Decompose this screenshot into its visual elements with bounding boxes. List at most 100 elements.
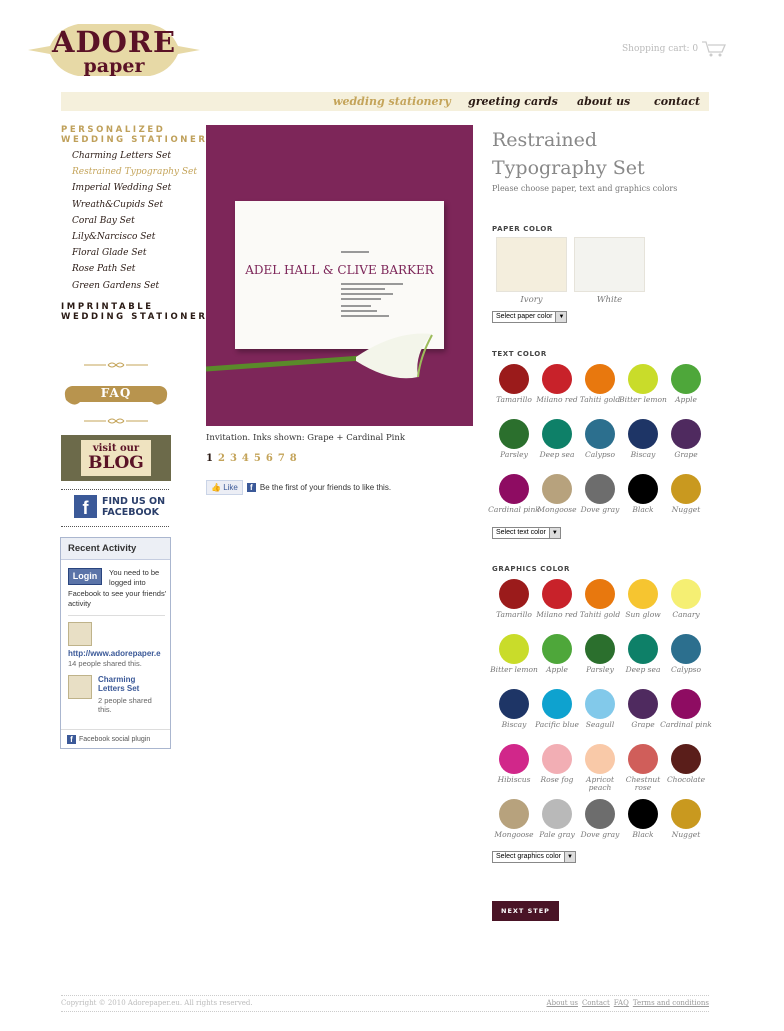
sidebar-heading-imprintable[interactable]: IMPRINTABLE WEDDING STATIONERY bbox=[61, 302, 216, 322]
page-link[interactable]: 6 bbox=[266, 453, 273, 464]
color-swatch[interactable] bbox=[499, 579, 529, 609]
footer-link-contact[interactable]: Contact bbox=[582, 999, 610, 1007]
sidebar-item-wreath-cupids[interactable]: Wreath&Cupids Set bbox=[72, 199, 197, 215]
sidebar-item-floral-glade[interactable]: Floral Glade Set bbox=[72, 247, 197, 263]
color-swatch[interactable] bbox=[628, 689, 658, 719]
graphics-color-select[interactable]: Select graphics color ▼ bbox=[492, 851, 576, 863]
faq-label: FAQ bbox=[100, 386, 132, 400]
sidebar-item-restrained-typography[interactable]: Restrained Typography Set bbox=[72, 166, 197, 182]
sidebar-heading-personalized[interactable]: PERSONALIZED WEDDING STATIONERY bbox=[61, 125, 216, 145]
activity-link[interactable]: Charming Letters Set bbox=[98, 675, 139, 693]
color-swatch-label: Chocolate bbox=[666, 775, 706, 784]
text-color-select[interactable]: Select text color ▼ bbox=[492, 527, 561, 539]
paper-swatch-white[interactable] bbox=[574, 237, 645, 292]
color-swatch[interactable] bbox=[585, 579, 615, 609]
shopping-cart[interactable]: Shopping cart: 0 bbox=[622, 40, 727, 58]
color-swatch[interactable] bbox=[585, 634, 615, 664]
nav-greeting-cards[interactable]: greeting cards bbox=[468, 95, 558, 108]
facebook-login-button[interactable]: Login bbox=[68, 568, 102, 585]
social-plugin-label: Facebook social plugin bbox=[79, 736, 151, 743]
color-swatch[interactable] bbox=[499, 634, 529, 664]
paper-swatch-ivory[interactable] bbox=[496, 237, 567, 292]
color-swatch[interactable] bbox=[628, 364, 658, 394]
activity-thumbnail[interactable] bbox=[68, 675, 92, 699]
color-swatch[interactable] bbox=[671, 799, 701, 829]
color-swatch[interactable] bbox=[671, 579, 701, 609]
color-swatch[interactable] bbox=[499, 689, 529, 719]
nav-about-us[interactable]: about us bbox=[577, 95, 630, 108]
color-swatch[interactable] bbox=[628, 474, 658, 504]
dropdown-arrow-icon: ▼ bbox=[555, 312, 567, 322]
visit-blog-badge[interactable]: visit our BLOG bbox=[61, 435, 171, 481]
color-swatch[interactable] bbox=[585, 474, 615, 504]
color-swatch[interactable] bbox=[542, 689, 572, 719]
footer-link-terms[interactable]: Terms and conditions bbox=[633, 999, 709, 1007]
page-link[interactable]: 5 bbox=[254, 453, 261, 464]
color-swatch[interactable] bbox=[671, 689, 701, 719]
color-swatch[interactable] bbox=[542, 799, 572, 829]
color-swatch[interactable] bbox=[628, 799, 658, 829]
sidebar-item-imperial-wedding[interactable]: Imperial Wedding Set bbox=[72, 182, 197, 198]
divider bbox=[61, 526, 169, 527]
color-swatch[interactable] bbox=[542, 634, 572, 664]
color-swatch[interactable] bbox=[671, 474, 701, 504]
find-us-on-facebook[interactable]: f FIND US ON FACEBOOK bbox=[74, 495, 165, 518]
color-swatch[interactable] bbox=[585, 364, 615, 394]
logo-word-adore: ADORE bbox=[51, 25, 177, 59]
page-link[interactable]: 7 bbox=[278, 453, 285, 464]
social-plugin-footer[interactable]: f Facebook social plugin bbox=[61, 729, 170, 744]
image-pager: 1 2 3 4 5 6 7 8 bbox=[206, 453, 297, 464]
color-swatch[interactable] bbox=[628, 579, 658, 609]
next-step-button[interactable]: NEXT STEP bbox=[492, 901, 559, 921]
color-swatch[interactable] bbox=[542, 419, 572, 449]
color-swatch[interactable] bbox=[542, 474, 572, 504]
color-swatch[interactable] bbox=[671, 744, 701, 774]
sidebar-item-coral-bay[interactable]: Coral Bay Set bbox=[72, 215, 197, 231]
page-link[interactable]: 8 bbox=[290, 453, 297, 464]
page-link[interactable]: 4 bbox=[242, 453, 249, 464]
product-image[interactable]: ADEL HALL & CLIVE BARKER bbox=[206, 125, 473, 426]
color-swatch[interactable] bbox=[628, 419, 658, 449]
nav-contact[interactable]: contact bbox=[654, 95, 700, 108]
graphics-color-label: GRAPHICS COLOR bbox=[492, 565, 570, 573]
color-swatch[interactable] bbox=[671, 419, 701, 449]
blog-line2: BLOG bbox=[88, 453, 144, 473]
color-swatch[interactable] bbox=[628, 634, 658, 664]
site-logo[interactable]: ADORE paper bbox=[28, 22, 200, 78]
color-swatch[interactable] bbox=[585, 689, 615, 719]
activity-meta: 14 people shared this. bbox=[68, 659, 142, 668]
color-swatch[interactable] bbox=[542, 579, 572, 609]
color-swatch[interactable] bbox=[542, 744, 572, 774]
paper-color-select[interactable]: Select paper color ▼ bbox=[492, 311, 568, 323]
color-swatch[interactable] bbox=[671, 364, 701, 394]
color-swatch[interactable] bbox=[671, 634, 701, 664]
footer-link-about[interactable]: About us bbox=[547, 999, 578, 1007]
sidebar-heading-line: PERSONALIZED bbox=[61, 125, 166, 135]
color-swatch[interactable] bbox=[585, 799, 615, 829]
faq-badge[interactable]: FAQ bbox=[62, 378, 170, 410]
color-swatch[interactable] bbox=[499, 799, 529, 829]
color-swatch[interactable] bbox=[585, 744, 615, 774]
activity-thumbnail[interactable] bbox=[68, 622, 92, 646]
fb-find-line1: FIND US ON bbox=[102, 495, 166, 507]
select-value: Select paper color bbox=[496, 313, 553, 320]
color-swatch[interactable] bbox=[499, 364, 529, 394]
footer-link-faq[interactable]: FAQ bbox=[614, 999, 629, 1007]
sidebar-item-green-gardens[interactable]: Green Gardens Set bbox=[72, 280, 197, 296]
sidebar-item-lily-narcisco[interactable]: Lily&Narcisco Set bbox=[72, 231, 197, 247]
color-swatch[interactable] bbox=[628, 744, 658, 774]
color-swatch[interactable] bbox=[499, 419, 529, 449]
page-link[interactable]: 3 bbox=[230, 453, 237, 464]
color-swatch[interactable] bbox=[542, 364, 572, 394]
color-swatch[interactable] bbox=[499, 744, 529, 774]
page-link[interactable]: 2 bbox=[218, 453, 225, 464]
sidebar-item-rose-path[interactable]: Rose Path Set bbox=[72, 263, 197, 279]
page-link[interactable]: 1 bbox=[206, 453, 213, 464]
color-swatch[interactable] bbox=[499, 474, 529, 504]
color-swatch[interactable] bbox=[585, 419, 615, 449]
activity-link[interactable]: http://www.adorepaper.e bbox=[68, 649, 161, 658]
image-caption: Invitation. Inks shown: Grape + Cardinal… bbox=[206, 433, 406, 443]
like-button[interactable]: 👍 Like bbox=[206, 480, 243, 495]
sidebar-item-charming-letters[interactable]: Charming Letters Set bbox=[72, 150, 197, 166]
nav-wedding-stationery[interactable]: wedding stationery bbox=[333, 95, 451, 108]
